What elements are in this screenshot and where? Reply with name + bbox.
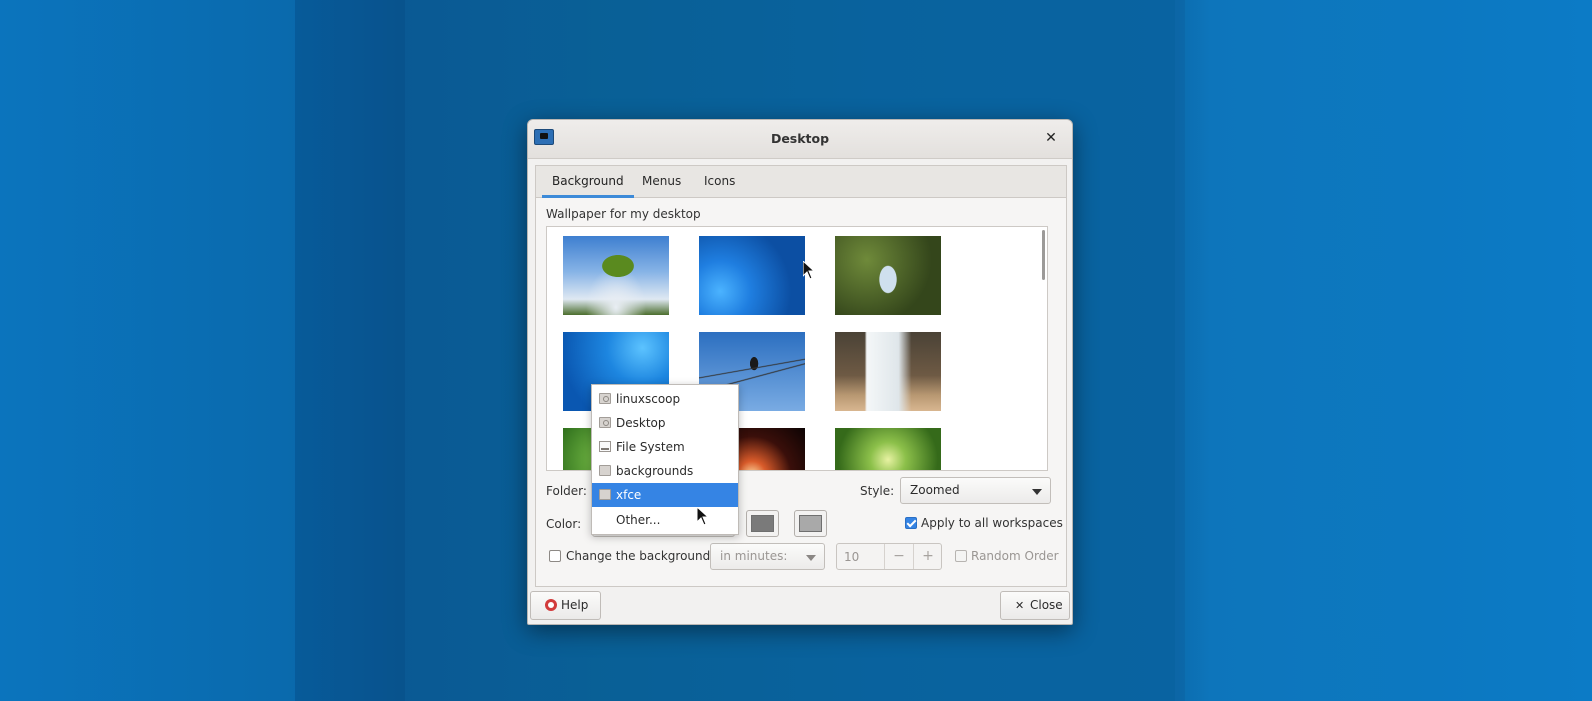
- apply-all-workspaces-label[interactable]: Apply to all workspaces: [921, 516, 1063, 530]
- home-folder-icon: [599, 393, 611, 404]
- window-title: Desktop: [770, 131, 830, 146]
- menu-item-label: Desktop: [616, 416, 666, 430]
- close-icon: ✕: [1015, 599, 1025, 612]
- style-label: Style:: [860, 484, 895, 498]
- style-combo[interactable]: Zoomed: [900, 477, 1051, 504]
- folder-icon: [599, 465, 611, 476]
- close-button[interactable]: ✕ Close: [1000, 591, 1070, 620]
- folder-label: Folder:: [546, 484, 587, 498]
- menu-item-label: Other...: [616, 513, 661, 527]
- random-order-label[interactable]: Random Order: [971, 549, 1059, 563]
- chevron-down-icon: [1032, 489, 1042, 495]
- menu-item-linuxscoop[interactable]: linuxscoop: [592, 387, 738, 411]
- secondary-color-button[interactable]: [794, 510, 827, 537]
- interval-unit-value: in minutes:: [720, 549, 788, 563]
- wallpaper-thumbnail-butterfly[interactable]: [835, 236, 941, 315]
- interval-spinner[interactable]: 10 − +: [836, 543, 942, 570]
- increment-button[interactable]: +: [913, 544, 942, 569]
- folder-dropdown-menu: linuxscoop Desktop File System backgroun…: [591, 384, 739, 535]
- chevron-down-icon: [806, 555, 816, 561]
- drive-icon: [599, 441, 611, 452]
- primary-color-button[interactable]: [746, 510, 779, 537]
- menu-item-xfce[interactable]: xfce: [592, 483, 738, 507]
- secondary-color-fill: [799, 515, 822, 532]
- close-button-label: Close: [1030, 598, 1063, 612]
- tab-background[interactable]: Background: [542, 166, 634, 198]
- tab-icons[interactable]: Icons: [694, 166, 745, 197]
- title-bar[interactable]: Desktop ✕: [528, 120, 1072, 159]
- menu-item-label: backgrounds: [616, 464, 694, 478]
- color-label: Color:: [546, 517, 582, 531]
- help-button-label: Help: [561, 598, 589, 612]
- random-order-checkbox[interactable]: [955, 550, 967, 562]
- wallpaper-thumbnail-forest[interactable]: [835, 428, 941, 470]
- menu-item-label: xfce: [616, 488, 642, 502]
- help-button[interactable]: Help: [530, 591, 601, 620]
- tab-menus[interactable]: Menus: [632, 166, 691, 197]
- menu-item-label: linuxscoop: [616, 392, 681, 406]
- primary-color-fill: [751, 515, 774, 532]
- menu-item-file-system[interactable]: File System: [592, 435, 738, 459]
- change-background-label[interactable]: Change the background: [566, 549, 710, 563]
- apply-all-workspaces-checkbox[interactable]: [905, 517, 917, 529]
- folder-icon: [599, 489, 611, 500]
- wallpaper-section-label: Wallpaper for my desktop: [546, 207, 701, 221]
- wallpaper-thumbnail-waterfall[interactable]: [835, 332, 941, 411]
- menu-item-label: File System: [616, 440, 685, 454]
- interval-value: 10: [844, 550, 860, 564]
- interval-unit-combo[interactable]: in minutes:: [710, 543, 825, 570]
- style-combo-value: Zoomed: [910, 483, 960, 497]
- tab-bar: Background Menus Icons: [536, 166, 1066, 198]
- close-icon[interactable]: ✕: [1043, 130, 1059, 146]
- help-icon: [545, 599, 557, 611]
- menu-item-backgrounds[interactable]: backgrounds: [592, 459, 738, 483]
- decrement-button[interactable]: −: [884, 544, 913, 569]
- change-background-checkbox[interactable]: [549, 550, 561, 562]
- menu-item-other[interactable]: Other...: [592, 508, 738, 532]
- wallpaper-thumbnail-blue-abstract-1[interactable]: [699, 236, 805, 315]
- menu-item-desktop[interactable]: Desktop: [592, 411, 738, 435]
- desktop-settings-window: Desktop ✕ Background Menus Icons Wallpap…: [527, 119, 1073, 625]
- wallpaper-thumbnail-clover-sky[interactable]: [563, 236, 669, 315]
- wallpaper-list-scrollbar[interactable]: [1042, 230, 1045, 280]
- desktop-folder-icon: [599, 417, 611, 428]
